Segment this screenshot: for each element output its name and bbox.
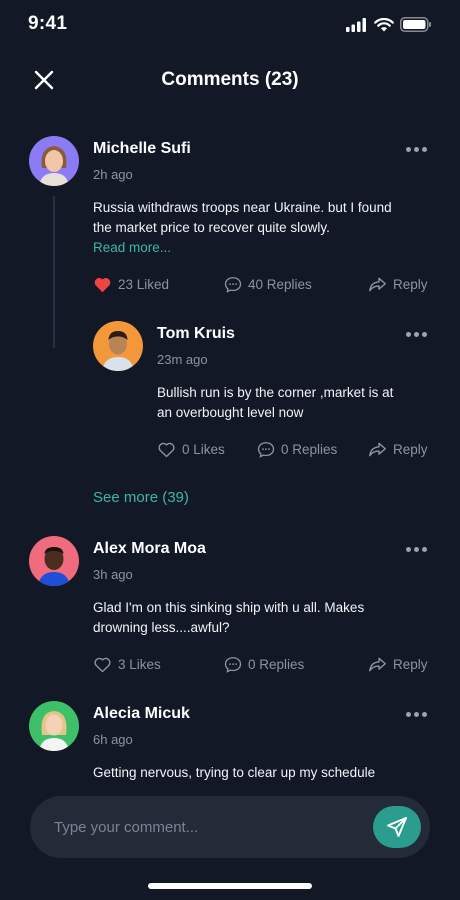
comment-text: Bullish run is by the corner ,market is …: [157, 383, 393, 423]
more-options-button[interactable]: [406, 709, 430, 719]
battery-icon: [400, 17, 431, 32]
dot: [406, 331, 411, 337]
comment-input[interactable]: [54, 796, 354, 858]
dot: [414, 146, 419, 152]
comment-text-line: Russia withdraws troops near Ukraine. bu…: [93, 200, 392, 215]
replies-button[interactable]: 0 Replies: [257, 441, 337, 458]
dot: [406, 546, 411, 552]
comment-text-line: Glad I'm on this sinking ship with u all…: [93, 600, 365, 615]
avatar[interactable]: [29, 701, 79, 751]
reply-count: 0 Replies: [281, 442, 338, 457]
comment-text: Getting nervous, trying to clear up my s…: [93, 763, 375, 783]
more-options-button[interactable]: [406, 544, 430, 554]
reply-count: 0 Replies: [248, 657, 305, 672]
dot: [422, 146, 427, 152]
comment-text-line: Bullish run is by the corner ,market is …: [157, 385, 394, 400]
replies-button[interactable]: 40 Replies: [224, 276, 312, 293]
comment-text: Glad I'm on this sinking ship with u all…: [93, 598, 364, 638]
status-bar: 9:41: [0, 0, 460, 50]
heart-filled-icon: [94, 278, 111, 293]
dot: [414, 546, 419, 552]
reply-arrow-icon: [369, 657, 386, 672]
like-count: 3 Likes: [118, 657, 161, 672]
like-button[interactable]: 3 Likes: [93, 656, 161, 673]
status-time: 9:41: [28, 13, 68, 34]
thread-line: [53, 196, 55, 348]
reply-arrow-icon: [369, 442, 386, 457]
comment-author[interactable]: Michelle Sufi: [93, 140, 191, 158]
comment-author[interactable]: Tom Kruis: [157, 325, 235, 343]
dot: [406, 146, 411, 152]
avatar[interactable]: [93, 321, 143, 371]
comment-text-line: Getting nervous, trying to clear up my s…: [93, 765, 376, 780]
more-options-button[interactable]: [406, 329, 430, 339]
comment-time: 2h ago: [93, 167, 133, 182]
comment-text-line: an overbought level now: [157, 405, 304, 420]
send-button[interactable]: [373, 806, 421, 848]
comment-author[interactable]: Alecia Micuk: [93, 705, 190, 723]
like-button[interactable]: 23 Liked: [93, 276, 169, 293]
dot: [414, 331, 419, 337]
reply-button[interactable]: Reply: [368, 656, 428, 673]
like-count: 23 Liked: [118, 277, 170, 292]
read-more-link[interactable]: Read more...: [93, 240, 171, 255]
header: Comments (23): [0, 60, 460, 100]
dot: [422, 546, 427, 552]
chat-bubble-icon: [224, 277, 242, 293]
replies-button[interactable]: 0 Replies: [224, 656, 304, 673]
like-button[interactable]: 0 Likes: [157, 441, 225, 458]
chat-bubble-icon: [224, 657, 242, 673]
avatar[interactable]: [29, 536, 79, 586]
signal-icon: [346, 17, 366, 32]
dot: [422, 331, 427, 337]
comment-text-line: the market price to recover quite slowly…: [93, 220, 330, 235]
wifi-icon: [374, 17, 394, 31]
dot: [422, 711, 427, 717]
home-indicator: [148, 883, 312, 889]
comment-composer: [30, 796, 430, 858]
avatar[interactable]: [29, 136, 79, 186]
comment-text: Russia withdraws troops near Ukraine. bu…: [93, 198, 392, 238]
reply-button[interactable]: Reply: [368, 441, 428, 458]
more-options-button[interactable]: [406, 144, 430, 154]
reply-label: Reply: [393, 442, 428, 457]
heart-outline-icon: [94, 657, 111, 673]
comment-time: 23m ago: [157, 352, 208, 367]
heart-outline-icon: [158, 442, 175, 458]
comment-time: 6h ago: [93, 732, 133, 747]
dot: [406, 711, 411, 717]
comment-time: 3h ago: [93, 567, 133, 582]
comment-text-line: drowning less....awful?: [93, 620, 230, 635]
dot: [414, 711, 419, 717]
reply-button[interactable]: Reply: [368, 276, 428, 293]
page-title: Comments (23): [161, 69, 299, 90]
send-icon: [387, 817, 407, 837]
status-icons: [346, 17, 432, 32]
reply-label: Reply: [393, 277, 428, 292]
comment-author[interactable]: Alex Mora Moa: [93, 540, 206, 558]
like-count: 0 Likes: [182, 442, 225, 457]
chat-bubble-icon: [257, 442, 275, 458]
reply-count: 40 Replies: [248, 277, 312, 292]
see-more-link[interactable]: See more (39): [93, 489, 189, 506]
reply-arrow-icon: [369, 277, 386, 292]
reply-label: Reply: [393, 657, 428, 672]
